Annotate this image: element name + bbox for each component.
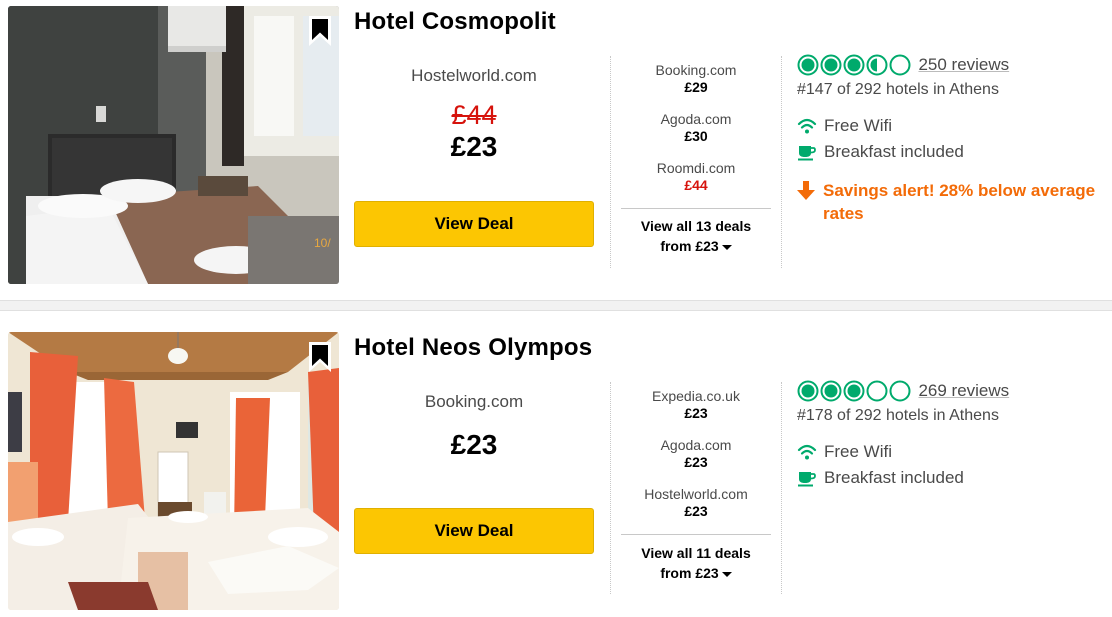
hotel-listing: Hotel Neos Olympos Booking.com £23 View … xyxy=(0,311,1112,617)
rating-bubbles xyxy=(797,54,912,76)
hotel-name[interactable]: Hotel Cosmopolit xyxy=(354,8,556,36)
main-offer: Booking.com £23 xyxy=(354,392,594,461)
hotel-room-photo xyxy=(8,332,339,610)
amenity-item: Free Wifi xyxy=(797,113,1109,139)
other-deal-provider: Agoda.com xyxy=(660,437,732,453)
other-deal-price: £44 xyxy=(684,177,708,193)
hotel-name[interactable]: Hotel Neos Olympos xyxy=(354,334,592,362)
savings-alert-text: Savings alert! 28% below average rates xyxy=(823,181,1096,223)
bubble-full-icon xyxy=(820,54,842,76)
other-deal-provider: Agoda.com xyxy=(660,111,732,127)
review-count[interactable]: 250 reviews xyxy=(918,55,1009,74)
deal-price: £23 xyxy=(450,131,498,162)
amenity-item: Free Wifi xyxy=(797,439,1109,465)
other-deals-list: Expedia.co.uk £23 Agoda.com £23 Hostelwo… xyxy=(621,388,771,535)
view-all-deals-label: View all 11 deals xyxy=(641,545,751,561)
divider xyxy=(621,534,771,535)
view-deal-button[interactable]: View Deal xyxy=(354,201,594,247)
svg-text:10/: 10/ xyxy=(314,236,331,250)
other-deals-list: Booking.com £29 Agoda.com £30 Roomdi.com… xyxy=(621,62,771,209)
bubble-empty-icon xyxy=(889,380,911,402)
other-deal-item[interactable]: Expedia.co.uk £23 xyxy=(621,388,771,437)
bubble-full-icon xyxy=(843,380,865,402)
amenity-label: Free Wifi xyxy=(824,116,892,135)
rating-row[interactable]: 250 reviews xyxy=(797,54,1109,76)
divider xyxy=(621,208,771,209)
amenity-label: Breakfast included xyxy=(824,142,964,161)
hotel-info: 250 reviews #147 of 292 hotels in Athens… xyxy=(797,54,1109,225)
bubble-empty-icon xyxy=(889,54,911,76)
listing-separator xyxy=(0,300,1112,311)
hotel-ranking: #147 of 292 hotels in Athens xyxy=(797,81,999,98)
review-count[interactable]: 269 reviews xyxy=(918,381,1009,400)
other-deal-provider: Roomdi.com xyxy=(656,160,736,176)
other-deal-price: £23 xyxy=(684,503,708,519)
divider xyxy=(610,382,611,594)
other-deal-item[interactable]: Booking.com £29 xyxy=(621,62,771,111)
other-deal-provider: Expedia.co.uk xyxy=(652,388,740,404)
main-offer-provider: Hostelworld.com xyxy=(411,66,537,85)
caret-down-icon xyxy=(721,244,732,250)
amenities-list: Free Wifi Breakfast included xyxy=(797,113,1109,165)
wifi-icon xyxy=(797,444,817,460)
wifi-icon xyxy=(797,118,817,134)
amenities-list: Free Wifi Breakfast included xyxy=(797,439,1109,491)
view-all-deals-link[interactable]: View all 13 deals from £23 xyxy=(621,216,771,256)
main-offer-provider: Booking.com xyxy=(424,392,524,411)
view-all-deals-label: View all 13 deals xyxy=(640,218,752,234)
amenity-item: Breakfast included xyxy=(797,139,1109,165)
other-deal-price: £29 xyxy=(684,79,708,95)
divider xyxy=(610,56,611,268)
hotel-listing: 10/ Hotel Cosmopolit Hostelworld.com £44… xyxy=(0,0,1112,300)
other-deal-item[interactable]: Agoda.com £23 xyxy=(621,437,771,486)
bookmark-icon[interactable] xyxy=(307,340,333,374)
rating-row[interactable]: 269 reviews xyxy=(797,380,1109,402)
hotel-info: 269 reviews #178 of 292 hotels in Athens… xyxy=(797,380,1109,491)
savings-alert: Savings alert! 28% below average rates xyxy=(797,179,1109,225)
hotel-photo[interactable] xyxy=(8,332,339,610)
hotel-room-photo: 10/ xyxy=(8,6,339,284)
other-deal-provider: Booking.com xyxy=(655,62,737,78)
amenity-item: Breakfast included xyxy=(797,465,1109,491)
other-deal-item[interactable]: Agoda.com £30 xyxy=(621,111,771,160)
coffee-cup-icon xyxy=(798,472,816,487)
view-all-deals-from-price: from £23 xyxy=(660,565,719,581)
other-deal-price: £23 xyxy=(684,405,708,421)
bubble-empty-icon xyxy=(866,380,888,402)
amenity-label: Breakfast included xyxy=(824,468,964,487)
arrow-down-icon xyxy=(797,181,815,200)
other-deal-price: £30 xyxy=(684,128,708,144)
other-deal-item[interactable]: Hostelworld.com £23 xyxy=(621,486,771,535)
rating-bubbles xyxy=(797,380,912,402)
bookmark-icon[interactable] xyxy=(307,14,333,48)
bubble-full-icon xyxy=(797,380,819,402)
hotel-ranking: #178 of 292 hotels in Athens xyxy=(797,407,999,424)
original-price: £44 xyxy=(451,100,497,130)
bubble-full-icon xyxy=(820,380,842,402)
deal-price: £23 xyxy=(450,429,498,460)
view-deal-button[interactable]: View Deal xyxy=(354,508,594,554)
view-all-deals-from-price: from £23 xyxy=(660,238,719,254)
caret-down-icon xyxy=(721,571,732,577)
other-deal-price: £23 xyxy=(684,454,708,470)
other-deal-provider: Hostelworld.com xyxy=(644,486,748,502)
bubble-full-icon xyxy=(843,54,865,76)
bubble-half-icon xyxy=(866,54,888,76)
main-offer: Hostelworld.com £44 £23 xyxy=(354,66,594,163)
hotel-photo[interactable]: 10/ xyxy=(8,6,339,284)
divider xyxy=(781,382,782,594)
divider xyxy=(781,56,782,268)
amenity-label: Free Wifi xyxy=(824,442,892,461)
coffee-cup-icon xyxy=(798,146,816,161)
other-deal-item[interactable]: Roomdi.com £44 xyxy=(621,160,771,209)
bubble-full-icon xyxy=(797,54,819,76)
view-all-deals-link[interactable]: View all 11 deals from £23 xyxy=(621,543,771,583)
